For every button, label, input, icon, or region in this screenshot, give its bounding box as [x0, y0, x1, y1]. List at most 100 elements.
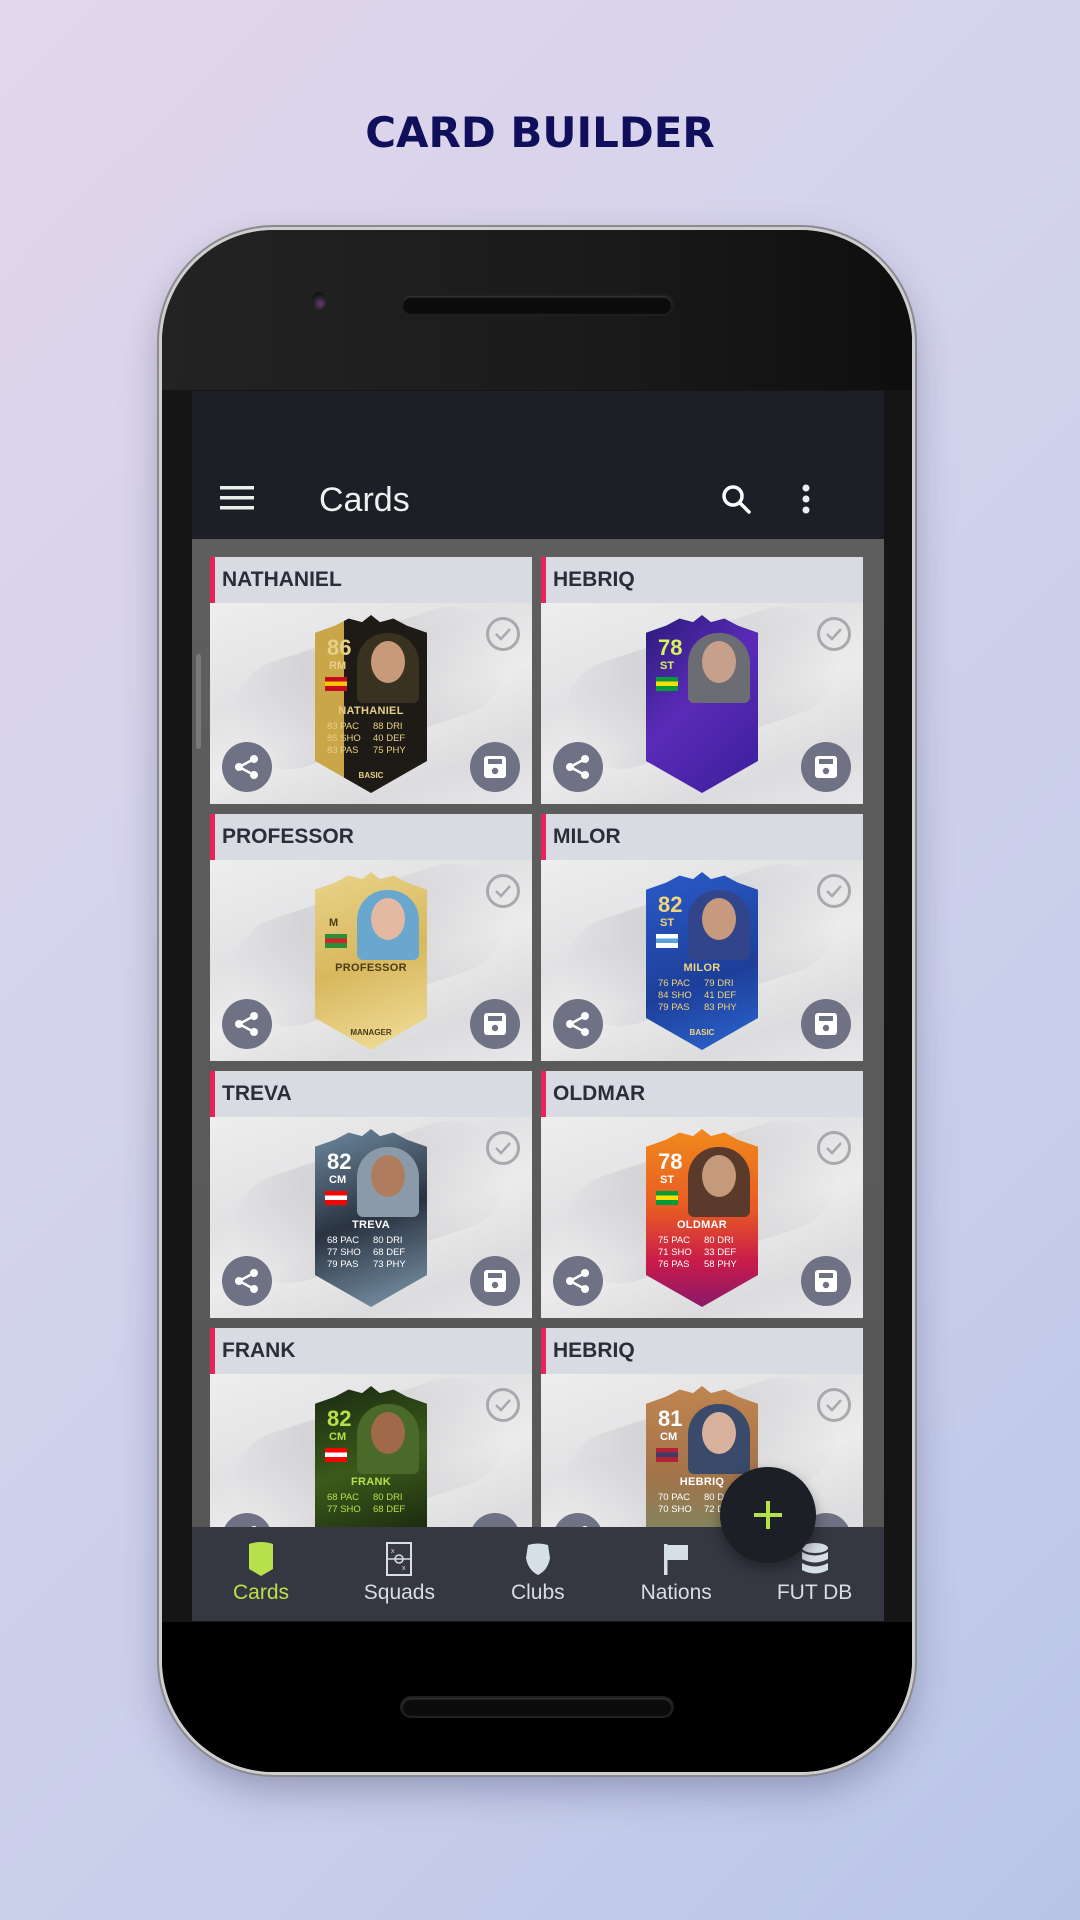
player-card[interactable]: 78 ST [646, 615, 758, 793]
tile-title: PROFESSOR [222, 825, 354, 848]
share-button[interactable] [553, 1256, 603, 1306]
card-tile[interactable]: NATHANIEL 86 RM NATHANIEL 83 PAC 88 DRI 85… [210, 557, 532, 804]
player-card[interactable]: M PROFESSOR MANAGER [315, 872, 427, 1050]
tile-body: 78 ST OLDMAR 75 PAC 80 DRI 71 SHO 33 DEF 76 … [541, 1106, 863, 1318]
nav-item-squads[interactable]: x x Squads [330, 1527, 468, 1621]
save-icon [815, 1013, 837, 1035]
card-stats: 68 PAC 80 DRI 77 SHO 68 DEF 79 PAS 73 PHY [327, 1235, 415, 1271]
select-card-toggle[interactable] [817, 1388, 851, 1422]
svg-text:x: x [391, 1548, 395, 1555]
share-button[interactable] [222, 1256, 272, 1306]
shield-icon [520, 1541, 556, 1577]
select-card-toggle[interactable] [817, 874, 851, 908]
save-button[interactable] [470, 742, 520, 792]
card-stat: 71 SHO [658, 1247, 692, 1258]
save-icon [484, 1013, 506, 1035]
card-stat: 79 PAS [658, 1002, 690, 1013]
card-rating: 81 [658, 1406, 683, 1431]
card-stat: 83 PHY [704, 1002, 737, 1013]
card-footer: BASIC [358, 771, 384, 780]
card-stat: 77 SHO [327, 1247, 361, 1258]
card-tile[interactable]: HEBRIQ 78 ST [541, 557, 863, 804]
card-stat: 83 PAC [327, 721, 360, 732]
player-face [702, 641, 736, 683]
nav-item-cards[interactable]: Cards [192, 1527, 330, 1621]
search-icon [722, 485, 751, 514]
nav-item-clubs[interactable]: Clubs [469, 1527, 607, 1621]
nav-label: Cards [232, 1581, 290, 1604]
player-card[interactable]: 82 CM TREVA 68 PAC 80 DRI 77 SHO 68 DEF 79 P… [315, 1129, 427, 1307]
card-stat: 70 PAC [658, 1492, 691, 1503]
card-tile[interactable]: OLDMAR 78 ST OLDMAR 75 PAC 80 DRI 71 SHO 33… [541, 1071, 863, 1318]
card-tile[interactable]: PROFESSOR M PROFESSOR MANAGER [210, 814, 532, 1061]
front-camera [312, 292, 326, 310]
tile-title: TREVA [222, 1082, 292, 1105]
add-card-fab[interactable] [720, 1467, 816, 1563]
status-bar [192, 391, 884, 461]
card-stat: 76 PAS [658, 1259, 690, 1270]
more-options-button[interactable] [786, 471, 826, 527]
save-button[interactable] [470, 1256, 520, 1306]
tile-header: TREVA [210, 1071, 532, 1117]
select-card-toggle[interactable] [817, 617, 851, 651]
card-stat: 68 PAC [327, 1235, 360, 1246]
scrollbar[interactable] [196, 654, 201, 749]
nation-flag [325, 677, 347, 691]
share-icon [566, 1012, 589, 1036]
share-button[interactable] [553, 742, 603, 792]
card-tile[interactable]: MILOR 82 ST MILOR 76 PAC 79 DRI 84 SHO 41 D… [541, 814, 863, 1061]
card-player-name: PROFESSOR [335, 962, 407, 974]
card-tile[interactable]: TREVA 82 CM TREVA 68 PAC 80 DRI 77 SHO 68 D… [210, 1071, 532, 1318]
select-card-toggle[interactable] [817, 1131, 851, 1165]
select-card-toggle[interactable] [486, 874, 520, 908]
check-circle-icon [495, 628, 511, 641]
player-card[interactable]: 82 ST MILOR 76 PAC 79 DRI 84 SHO 41 DEF 79 P… [646, 872, 758, 1050]
menu-button[interactable] [212, 473, 262, 523]
phone-bottom-bezel [162, 1622, 912, 1772]
nav-item-nations[interactable]: Nations [607, 1527, 745, 1621]
card-footer: MANAGER [350, 1028, 392, 1037]
select-card-toggle[interactable] [486, 1131, 520, 1165]
nav-label: Squads [363, 1581, 435, 1604]
card-stat: 76 PAC [658, 978, 691, 989]
svg-text:x: x [402, 1565, 406, 1572]
tile-body: 86 RM NATHANIEL 83 PAC 88 DRI 85 SHO 40 DEF… [210, 592, 532, 804]
bottom-speaker [402, 1698, 672, 1716]
plus-icon [754, 1501, 782, 1529]
player-card[interactable]: 86 RM NATHANIEL 83 PAC 88 DRI 85 SHO 40 DEF… [315, 615, 427, 793]
player-face [702, 1412, 736, 1454]
card-rating: 86 [327, 635, 352, 660]
tile-header: MILOR [541, 814, 863, 860]
player-card[interactable]: 82 CM FRANK 68 PAC 80 DRI 77 SHO 68 DEF [315, 1386, 427, 1539]
card-tile[interactable]: FRANK 82 CM FRANK 68 PAC 80 DRI 77 SHO 68 D… [210, 1328, 532, 1539]
tile-header: OLDMAR [541, 1071, 863, 1117]
card-position: CM [329, 1174, 347, 1186]
save-button[interactable] [470, 999, 520, 1049]
save-icon [815, 1270, 837, 1292]
card-stat: 68 DEF [373, 1247, 406, 1258]
tile-title: NATHANIEL [222, 568, 342, 591]
player-card[interactable]: 78 ST OLDMAR 75 PAC 80 DRI 71 SHO 33 DEF 76 … [646, 1129, 758, 1307]
card-stat: 79 PAS [327, 1259, 359, 1270]
share-button[interactable] [222, 742, 272, 792]
card-position: ST [660, 660, 675, 672]
share-icon [235, 755, 258, 779]
tile-title: FRANK [222, 1339, 296, 1362]
select-card-toggle[interactable] [486, 617, 520, 651]
save-button[interactable] [801, 1256, 851, 1306]
card-grid[interactable]: NATHANIEL 86 RM NATHANIEL 83 PAC 88 DRI 85… [192, 539, 884, 1539]
nation-flag [656, 677, 678, 691]
player-face [371, 1412, 405, 1454]
tile-title: OLDMAR [553, 1082, 646, 1105]
card-stat: 80 DRI [373, 1492, 403, 1503]
card-stats: 68 PAC 80 DRI 77 SHO 68 DEF [327, 1492, 415, 1516]
save-button[interactable] [801, 742, 851, 792]
card-stat: 33 DEF [704, 1247, 737, 1258]
select-card-toggle[interactable] [486, 1388, 520, 1422]
share-button[interactable] [553, 999, 603, 1049]
save-button[interactable] [801, 999, 851, 1049]
player-face [702, 898, 736, 940]
card-player-name: NATHANIEL [338, 705, 404, 717]
search-button[interactable] [708, 471, 764, 527]
share-button[interactable] [222, 999, 272, 1049]
